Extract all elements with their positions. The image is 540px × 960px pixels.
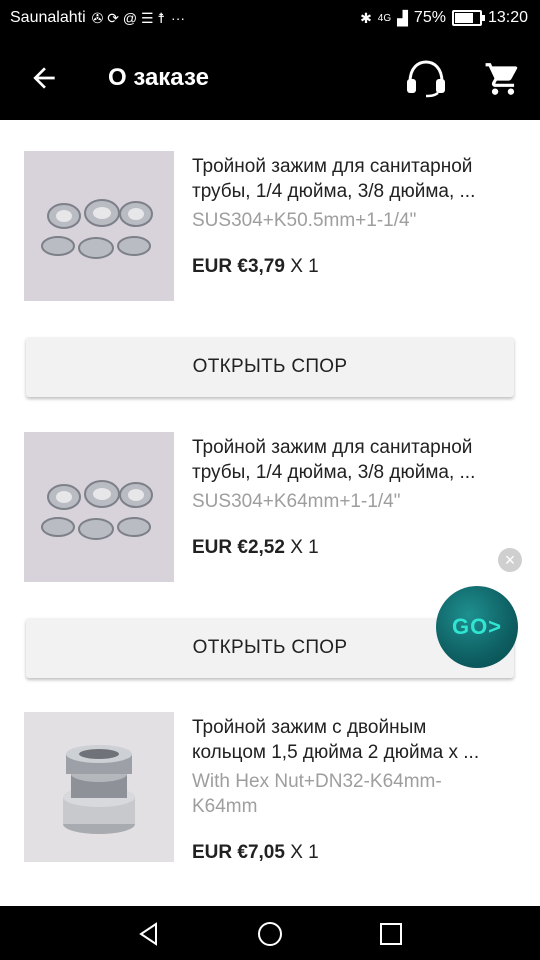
product-variant: SUS304+K50.5mm+1-1/4" — [192, 210, 417, 231]
cart-icon[interactable] — [484, 60, 522, 98]
product-image[interactable] — [24, 712, 174, 862]
battery-icon — [451, 10, 485, 26]
back-triangle-icon[interactable] — [136, 921, 162, 947]
clock: 13:20 — [487, 9, 528, 26]
order-content[interactable]: Тройной зажим для санитарной трубы, 1/4 … — [0, 120, 540, 906]
product-image[interactable] — [24, 432, 174, 582]
product-variant: With Hex Nut+DN32-K64mm- K64mm — [192, 771, 442, 817]
product-image[interactable] — [24, 151, 174, 301]
home-circle-icon[interactable] — [256, 920, 284, 948]
price-value: EUR €7,05 — [192, 842, 285, 863]
product-name[interactable]: Тройной зажим для санитарной трубы, 1/4 … — [192, 154, 518, 204]
product-name[interactable]: Тройной зажим с двойным кольцом 1,5 дюйм… — [192, 715, 518, 765]
more-dots-icon: ··· — [171, 10, 186, 26]
product-variant: SUS304+K64mm+1-1/4" — [192, 491, 401, 512]
headset-icon[interactable] — [404, 58, 448, 98]
quantity: X 1 — [290, 842, 319, 863]
product-price: EUR €2,52 X 1 — [192, 537, 319, 559]
price-value: EUR €3,79 — [192, 256, 285, 277]
battery-percent: 75% — [413, 9, 446, 26]
product-price: EUR €7,05 X 1 — [192, 842, 319, 864]
app-bar: О заказе — [0, 36, 540, 120]
carrier-label: Saunalahti — [10, 9, 86, 26]
price-value: EUR €2,52 — [192, 537, 285, 558]
close-floating-button[interactable]: × — [498, 548, 522, 572]
recents-square-icon[interactable] — [378, 921, 404, 947]
product-price: EUR €3,79 X 1 — [192, 256, 319, 278]
quantity: X 1 — [290, 537, 319, 558]
bluetooth-icon: ✱ — [360, 10, 372, 26]
navigation-bar — [0, 906, 540, 960]
notification-icons: ✇ ⟳ @ ☰ ☨ — [91, 10, 166, 26]
quantity: X 1 — [290, 256, 319, 277]
back-arrow-icon[interactable] — [28, 62, 60, 94]
page-title: О заказе — [108, 64, 209, 91]
status-bar: Saunalahti ✇ ⟳ @ ☰ ☨ ··· ✱ 4G ▟ 75% 13:2… — [0, 0, 540, 36]
go-floating-button[interactable]: GO> — [436, 586, 518, 668]
signal-icon: ▟ — [397, 10, 408, 26]
product-name[interactable]: Тройной зажим для санитарной трубы, 1/4 … — [192, 435, 518, 485]
open-dispute-button[interactable]: ОТКРЫТЬ СПОР — [26, 337, 514, 397]
network-type-label: 4G — [377, 12, 392, 24]
